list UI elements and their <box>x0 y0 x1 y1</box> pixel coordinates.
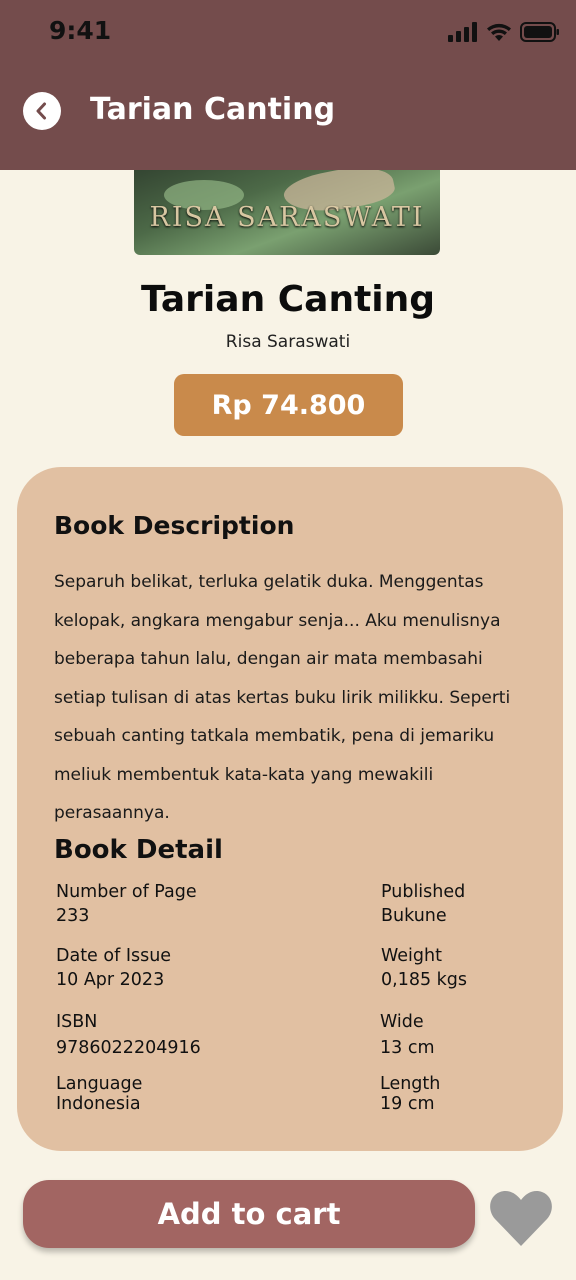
detail-value: 0,185 kgs <box>381 970 468 990</box>
book-author: Risa Saraswati <box>225 332 351 352</box>
detail-weight: Weight 0,185 kgs <box>381 944 467 992</box>
detail-date-of-issue: Date of Issue 10 Apr 2023 <box>56 944 171 992</box>
detail-length: Length 19 cm <box>380 1074 440 1114</box>
detail-label: Length <box>380 1074 441 1094</box>
detail-wide: Wide 13 cm <box>380 1009 435 1061</box>
detail-value: Bukune <box>381 906 447 926</box>
detail-value: 10 Apr 2023 <box>56 970 165 990</box>
app-header: 9:41 Tarian Canting <box>0 0 576 170</box>
heart-icon[interactable] <box>489 1188 553 1248</box>
signal-icon <box>448 22 477 42</box>
price-badge: Rp 74.800 <box>174 374 403 436</box>
detail-label: Wide <box>380 1012 424 1032</box>
detail-label: Published <box>381 882 466 902</box>
detail-isbn: ISBN 9786022204916 <box>56 1009 201 1061</box>
detail-value: 233 <box>56 906 90 926</box>
cover-author-text: RISA SARASWATI <box>149 202 425 233</box>
battery-icon <box>520 22 559 42</box>
book-info-card: Book Description Separuh belikat, terluk… <box>17 467 563 1151</box>
detail-value: Indonesia <box>56 1094 141 1114</box>
detail-value: 9786022204916 <box>56 1038 201 1058</box>
detail-heading: Book Detail <box>54 835 223 865</box>
detail-label: ISBN <box>56 1012 98 1032</box>
detail-published: Published Bukune <box>381 880 465 928</box>
description-heading: Book Description <box>54 511 295 540</box>
wifi-icon <box>487 23 511 41</box>
detail-value: 19 cm <box>380 1094 435 1114</box>
status-time: 9:41 <box>49 16 112 45</box>
detail-label: Date of Issue <box>56 946 172 966</box>
header-title: Tarian Canting <box>90 92 336 127</box>
detail-label: Language <box>56 1074 143 1094</box>
detail-label: Number of Page <box>56 882 197 902</box>
chevron-left-icon <box>36 102 46 120</box>
detail-label: Weight <box>381 946 442 966</box>
add-to-cart-button[interactable]: Add to cart <box>23 1180 475 1248</box>
detail-number-of-page: Number of Page 233 <box>56 880 197 928</box>
book-title: Tarian Canting <box>140 279 436 320</box>
detail-value: 13 cm <box>380 1038 435 1058</box>
status-icons <box>448 22 560 42</box>
description-text: Separuh belikat, terluka gelatik duka. M… <box>54 572 511 823</box>
back-button[interactable] <box>23 92 61 130</box>
detail-language: Language Indonesia <box>56 1074 142 1114</box>
